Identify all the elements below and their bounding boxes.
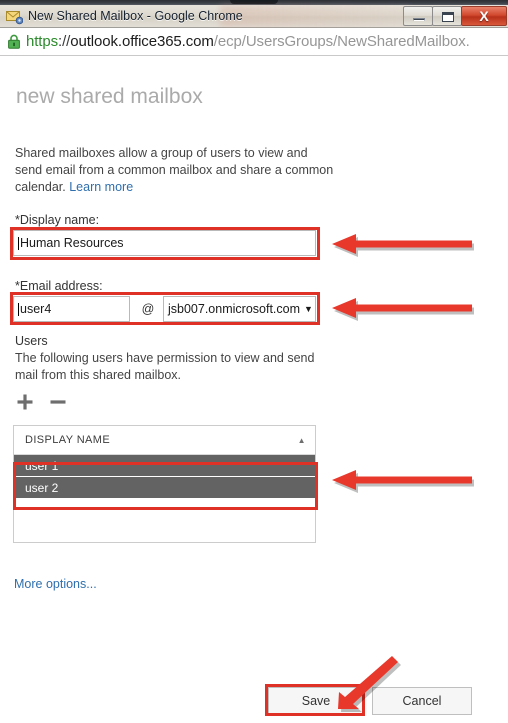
display-name-input[interactable]: Human Resources	[13, 230, 316, 256]
close-icon: X	[479, 8, 489, 24]
list-column-header[interactable]: DISPLAY NAME ▲	[14, 426, 315, 455]
window-title: New Shared Mailbox - Google Chrome	[28, 9, 243, 23]
dialog-button-bar: Save Cancel	[0, 679, 508, 723]
maximize-icon	[442, 12, 454, 22]
text-caret	[18, 236, 19, 250]
mail-settings-icon	[6, 11, 23, 25]
learn-more-link[interactable]: Learn more	[69, 180, 133, 194]
text-caret	[18, 302, 19, 316]
chevron-down-icon: ▼	[304, 304, 313, 314]
email-domain-select[interactable]: jsb007.onmicrosoft.com ▼	[163, 296, 316, 322]
maximize-button[interactable]	[432, 6, 462, 26]
users-toolbar	[14, 391, 69, 413]
display-name-label: *Display name:	[15, 213, 100, 227]
intro-text: Shared mailboxes allow a group of users …	[15, 145, 335, 196]
address-bar[interactable]: https://outlook.office365.com/ecp/UsersG…	[0, 28, 508, 56]
page-content: new shared mailbox Shared mailboxes allo…	[0, 57, 508, 723]
display-name-value: Human Resources	[20, 236, 124, 250]
column-header-display-name: DISPLAY NAME	[25, 434, 111, 446]
users-listbox[interactable]: DISPLAY NAME ▲ user 1 user 2	[13, 425, 316, 543]
url-text[interactable]: https://outlook.office365.com/ecp/UsersG…	[26, 33, 470, 50]
list-item[interactable]: user 2	[14, 477, 315, 499]
url-separator: ://	[58, 33, 71, 50]
email-domain-value: jsb007.onmicrosoft.com	[168, 302, 301, 316]
at-symbol: @	[141, 302, 155, 316]
minimize-button[interactable]	[403, 6, 433, 26]
url-scheme: https	[26, 33, 59, 50]
titlebar-sheen	[220, 5, 410, 27]
add-user-button[interactable]	[14, 391, 36, 413]
sort-ascending-icon: ▲	[297, 435, 306, 445]
plus-icon	[17, 394, 33, 410]
window-controls: X	[403, 6, 507, 27]
remove-user-button[interactable]	[47, 391, 69, 413]
more-options-link[interactable]: More options...	[14, 577, 97, 591]
users-description: The following users have permission to v…	[15, 351, 315, 382]
minimize-icon	[413, 18, 425, 21]
list-item[interactable]: user 1	[14, 455, 315, 477]
url-path: /ecp/UsersGroups/NewSharedMailbox.	[213, 33, 470, 50]
close-button[interactable]: X	[461, 6, 507, 26]
email-address-label: *Email address:	[15, 279, 103, 293]
minus-icon	[50, 400, 66, 404]
page-title: new shared mailbox	[16, 85, 203, 108]
url-host: outlook.office365.com	[70, 33, 214, 50]
list-item-label: user 1	[25, 458, 59, 473]
list-item-label: user 2	[25, 480, 59, 495]
save-button[interactable]: Save	[268, 687, 364, 715]
intro-paragraph: Shared mailboxes allow a group of users …	[15, 146, 334, 194]
window-titlebar[interactable]: New Shared Mailbox - Google Chrome X	[0, 5, 508, 28]
users-heading: Users	[15, 334, 48, 348]
email-alias-value: user4	[20, 302, 52, 316]
cancel-button[interactable]: Cancel	[372, 687, 472, 715]
padlock-secure-icon	[8, 34, 20, 49]
email-alias-input[interactable]: user4	[13, 296, 130, 322]
browser-window: New Shared Mailbox - Google Chrome X htt…	[0, 0, 508, 723]
